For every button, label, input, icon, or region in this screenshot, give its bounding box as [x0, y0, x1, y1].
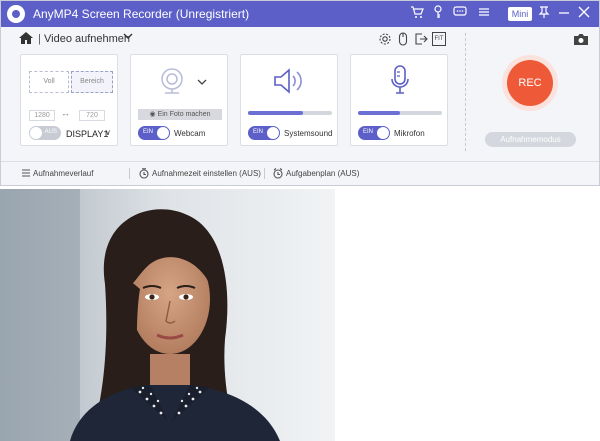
mouse-icon[interactable] [396, 32, 410, 46]
microphone-icon [391, 65, 409, 94]
bottom-bar: Aufnahmeverlauf Aufnahmezeit einstellen … [1, 161, 599, 185]
bottom-separator [129, 168, 130, 179]
recording-mode-button[interactable]: Aufnahmemodus [485, 132, 576, 147]
toggle-state-label: EIN [143, 129, 154, 135]
toggle-knob [377, 127, 389, 139]
recording-time-link[interactable]: Aufnahmezeit einstellen (AUS) [152, 169, 261, 178]
width-field[interactable]: 1280 [29, 110, 55, 121]
display-card: Voll Bereich 1280 ↔ 720 AUS DISPLAY1 ∨ [20, 54, 118, 146]
minimize-icon[interactable] [555, 5, 573, 23]
webcam-toggle[interactable]: EIN [138, 126, 170, 140]
home-icon[interactable] [19, 32, 33, 44]
toggle-state-label: EIN [363, 129, 374, 135]
title-bar: AnyMP4 Screen Recorder (Unregistriert) M… [1, 1, 599, 27]
system-volume-slider[interactable] [248, 111, 332, 115]
rec-area: REC Aufnahmemodus [465, 27, 599, 157]
camera-small-icon: ◉ [149, 111, 158, 118]
full-screen-option[interactable]: Voll [29, 71, 69, 93]
link-icon[interactable]: ↔ [61, 108, 70, 118]
timer-icon [139, 168, 149, 179]
recording-history-link[interactable]: Aufnahmeverlauf [33, 169, 93, 178]
fit-icon[interactable]: FIT [432, 32, 446, 46]
cart-icon[interactable] [408, 5, 426, 23]
webcam-card: ◉ Ein Foto machen EIN Webcam [130, 54, 228, 146]
toggle-knob [267, 127, 279, 139]
rec-button[interactable]: REC [507, 60, 553, 106]
close-icon[interactable] [575, 5, 593, 23]
screenshot-camera-icon[interactable] [573, 33, 589, 46]
microphone-card: EIN Mikrofon [350, 54, 448, 146]
webcam-preview-image [0, 189, 335, 441]
webcam-chevron-icon[interactable] [197, 78, 207, 86]
system-sound-label: Systemsound [284, 129, 333, 138]
recorder-window: AnyMP4 Screen Recorder (Unregistriert) M… [0, 0, 600, 186]
webcam-icon [161, 68, 183, 94]
toggle-state-label: EIN [253, 129, 264, 135]
task-schedule-link[interactable]: Aufgabenplan (AUS) [286, 169, 359, 178]
system-sound-toggle[interactable]: EIN [248, 126, 280, 140]
system-volume-fill [248, 111, 303, 115]
menu-icon[interactable] [475, 5, 493, 23]
bottom-separator [264, 168, 265, 179]
settings-icon[interactable] [378, 32, 392, 46]
pin-icon[interactable] [535, 5, 553, 23]
display-chevron-icon[interactable]: ∨ [105, 128, 111, 137]
chat-icon[interactable] [451, 5, 469, 23]
microphone-label: Mikrofon [394, 129, 425, 138]
mic-volume-fill [358, 111, 400, 115]
take-photo-button[interactable]: ◉ Ein Foto machen [138, 109, 222, 120]
display-toggle[interactable]: AUS [29, 126, 61, 140]
take-photo-label: Ein Foto machen [157, 111, 211, 118]
mini-mode-button[interactable]: Mini [508, 7, 532, 21]
height-field[interactable]: 720 [79, 110, 105, 121]
key-icon[interactable] [429, 5, 447, 23]
speaker-icon [274, 68, 302, 94]
system-sound-card: EIN Systemsound [240, 54, 338, 146]
app-logo-icon [7, 5, 25, 23]
webcam-label: Webcam [174, 129, 206, 138]
toggle-knob [157, 127, 169, 139]
display-name[interactable]: DISPLAY1 [66, 129, 108, 139]
webcam-preview-person [0, 189, 335, 441]
export-icon[interactable] [414, 32, 428, 46]
chevron-down-icon[interactable] [123, 32, 133, 43]
history-list-icon [22, 169, 30, 177]
recording-mode-label[interactable]: Video aufnehmen [44, 33, 130, 45]
toggle-knob [30, 127, 42, 139]
toggle-state-label: AUS [44, 129, 57, 135]
alarm-clock-icon [273, 168, 283, 179]
microphone-toggle[interactable]: EIN [358, 126, 390, 140]
mic-volume-slider[interactable] [358, 111, 442, 115]
area-option[interactable]: Bereich [71, 71, 113, 93]
window-title: AnyMP4 Screen Recorder (Unregistriert) [33, 7, 250, 21]
toolbar-separator: | [38, 33, 41, 45]
